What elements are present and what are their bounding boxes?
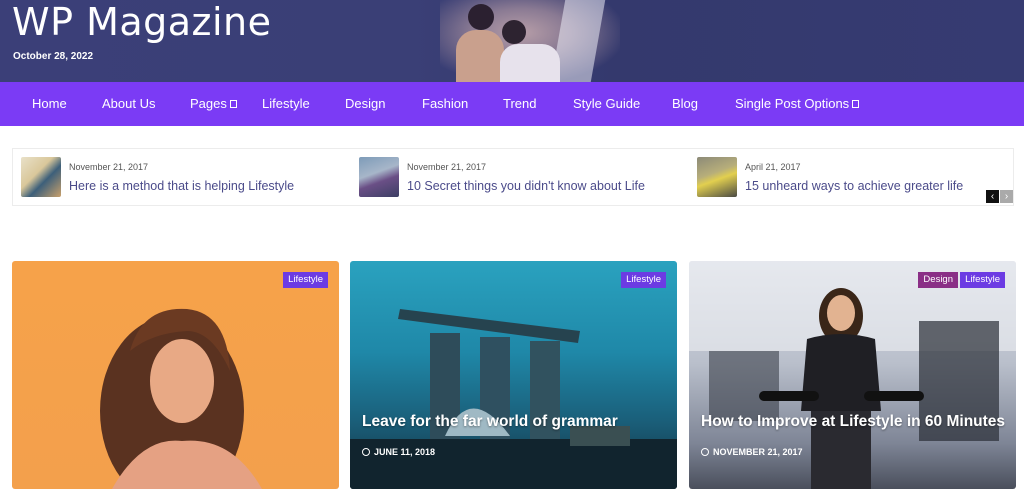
category-badge[interactable]: Lifestyle	[621, 272, 666, 288]
post-card[interactable]: Lifestyle Leave for the far world of gra…	[350, 261, 677, 489]
ticker-title[interactable]: Here is a method that is helping Lifesty…	[69, 179, 294, 193]
nav-item-fashion[interactable]: Fashion	[422, 82, 468, 126]
post-card[interactable]: Design Lifestyle How to Improve at Lifes…	[689, 261, 1016, 489]
clock-icon	[362, 448, 370, 456]
post-card[interactable]: Lifestyle	[12, 261, 339, 489]
clock-icon	[701, 448, 709, 456]
news-ticker: November 21, 2017 Here is a method that …	[12, 148, 1014, 206]
dropdown-icon	[229, 100, 237, 108]
card-date: NOVEMBER 21, 2017	[701, 447, 803, 457]
nav-item-design[interactable]: Design	[345, 82, 385, 126]
site-title[interactable]: WP Magazine	[12, 0, 272, 44]
nav-item-single-post-options[interactable]: Single Post Options	[735, 82, 860, 126]
card-date: JUNE 11, 2018	[362, 447, 435, 457]
nav-item-about-us[interactable]: About Us	[102, 82, 155, 126]
header-image	[440, 0, 620, 82]
nav-item-style-guide[interactable]: Style Guide	[573, 82, 640, 126]
card-image	[100, 308, 262, 489]
ticker-item[interactable]: November 21, 2017 10 Secret things you d…	[351, 149, 689, 207]
site-header: WP Magazine October 28, 2022	[0, 0, 1024, 82]
category-badge[interactable]: Lifestyle	[960, 272, 1005, 288]
ticker-prev-button[interactable]: ‹	[986, 190, 999, 203]
card-title[interactable]: How to Improve at Lifestyle in 60 Minute…	[701, 413, 1005, 431]
ticker-date: November 21, 2017	[407, 162, 487, 172]
nav-item-blog[interactable]: Blog	[672, 82, 698, 126]
ticker-date: November 21, 2017	[69, 162, 149, 172]
ticker-item[interactable]: April 21, 2017 15 unheard ways to achiev…	[689, 149, 989, 207]
ticker-thumbnail[interactable]	[21, 157, 61, 197]
header-date: October 28, 2022	[13, 51, 94, 62]
category-badge[interactable]: Lifestyle	[283, 272, 328, 288]
ticker-next-button[interactable]: ›	[1000, 190, 1013, 203]
card-title[interactable]: Leave for the far world of grammar	[362, 413, 618, 431]
nav-item-home[interactable]: Home	[32, 82, 67, 126]
ticker-title[interactable]: 15 unheard ways to achieve greater life	[745, 179, 963, 193]
chevron-right-icon: ›	[1004, 191, 1009, 202]
ticker-thumbnail[interactable]	[697, 157, 737, 197]
nav-item-lifestyle[interactable]: Lifestyle	[262, 82, 310, 126]
ticker-title[interactable]: 10 Secret things you didn't know about L…	[407, 179, 645, 193]
nav-item-trend[interactable]: Trend	[503, 82, 536, 126]
chevron-left-icon: ‹	[990, 191, 995, 202]
ticker-thumbnail[interactable]	[359, 157, 399, 197]
nav-item-pages[interactable]: Pages	[190, 82, 237, 126]
ticker-date: April 21, 2017	[745, 162, 801, 172]
dropdown-icon	[852, 100, 860, 108]
main-nav: Home About Us Pages Lifestyle Design Fas…	[0, 82, 1024, 126]
category-badge[interactable]: Design	[918, 272, 958, 288]
ticker-item[interactable]: November 21, 2017 Here is a method that …	[13, 149, 351, 207]
